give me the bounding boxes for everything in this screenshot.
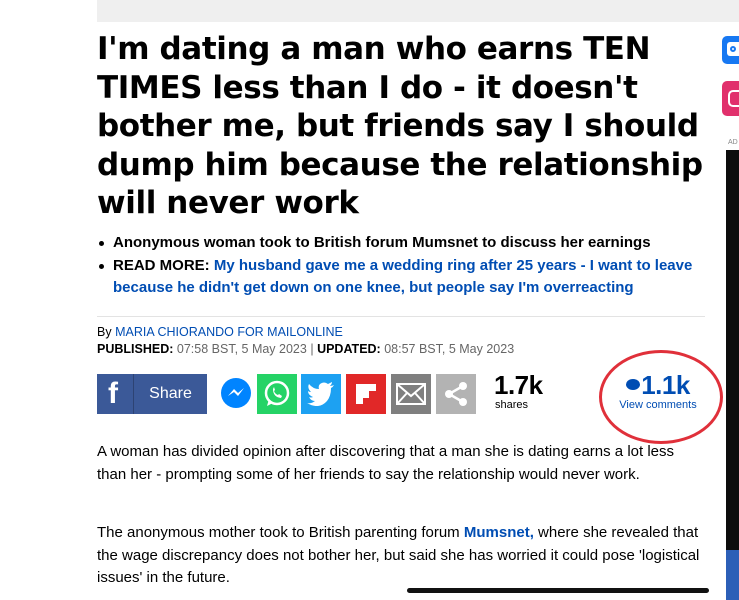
comment-bubble-icon xyxy=(626,379,641,390)
whatsapp-share-button[interactable] xyxy=(257,374,297,414)
facebook-share-label: Share xyxy=(149,385,192,402)
twitter-share-button[interactable] xyxy=(301,374,341,414)
share-icon xyxy=(445,382,467,406)
updated-label: UPDATED: xyxy=(317,342,381,356)
paragraph-text: The anonymous mother took to British par… xyxy=(97,524,464,541)
article-headline: I'm dating a man who earns TEN TIMES les… xyxy=(97,31,703,221)
divider xyxy=(97,316,705,317)
sidebar-social-button[interactable] xyxy=(722,36,739,64)
article-paragraph: The anonymous mother took to British par… xyxy=(97,522,702,590)
summary-bullet: Anonymous woman took to British forum Mu… xyxy=(97,232,712,254)
read-more-bullet: READ MORE: My husband gave me a wedding … xyxy=(97,255,712,299)
mumsnet-link[interactable]: Mumsnet, xyxy=(464,524,534,541)
camera-lens-icon xyxy=(730,46,736,52)
published-date: 07:58 BST, 5 May 2023 xyxy=(176,342,307,356)
whatsapp-icon xyxy=(264,380,290,406)
article-summary-list: Anonymous woman took to British forum Mu… xyxy=(97,232,712,300)
summary-bullet-text: Anonymous woman took to British forum Mu… xyxy=(113,234,651,251)
flipboard-icon xyxy=(356,384,376,404)
email-share-button[interactable] xyxy=(391,374,431,414)
share-count: 1.7k shares xyxy=(494,371,543,411)
messenger-icon xyxy=(221,378,251,408)
top-bar xyxy=(97,0,739,22)
instagram-button[interactable] xyxy=(722,81,739,116)
more-share-button[interactable] xyxy=(436,374,476,414)
instagram-icon xyxy=(728,90,739,107)
facebook-share-button[interactable]: f Share xyxy=(97,374,207,414)
comment-count: 1.1k xyxy=(606,371,710,399)
read-more-label: READ MORE: xyxy=(113,257,210,274)
twitter-icon xyxy=(307,382,334,406)
publish-dates: PUBLISHED: 07:58 BST, 5 May 2023 | UPDAT… xyxy=(97,341,514,357)
advertisement-footer[interactable] xyxy=(726,550,739,600)
flipboard-share-button[interactable] xyxy=(346,374,386,414)
comment-count-value: 1.1k xyxy=(641,370,690,400)
published-label: PUBLISHED: xyxy=(97,342,174,356)
share-count-value: 1.7k xyxy=(494,370,543,400)
messenger-share-button[interactable] xyxy=(216,374,256,414)
facebook-icon: f xyxy=(108,377,118,410)
article-paragraph: A woman has divided opinion after discov… xyxy=(97,443,675,483)
share-count-label: shares xyxy=(495,399,529,411)
date-separator: | xyxy=(310,342,314,356)
ad-label: AD xyxy=(728,139,738,146)
updated-date: 08:57 BST, 5 May 2023 xyxy=(384,342,515,356)
email-icon xyxy=(396,383,426,405)
byline-prefix: By xyxy=(97,325,112,339)
author-link[interactable]: MARIA CHIORANDO FOR MAILONLINE xyxy=(115,325,343,339)
view-comments-label: View comments xyxy=(619,399,697,411)
home-indicator[interactable] xyxy=(407,588,709,593)
comments-link[interactable]: 1.1k View comments xyxy=(606,371,710,411)
byline: By MARIA CHIORANDO FOR MAILONLINE xyxy=(97,324,343,340)
advertisement[interactable] xyxy=(726,150,739,550)
